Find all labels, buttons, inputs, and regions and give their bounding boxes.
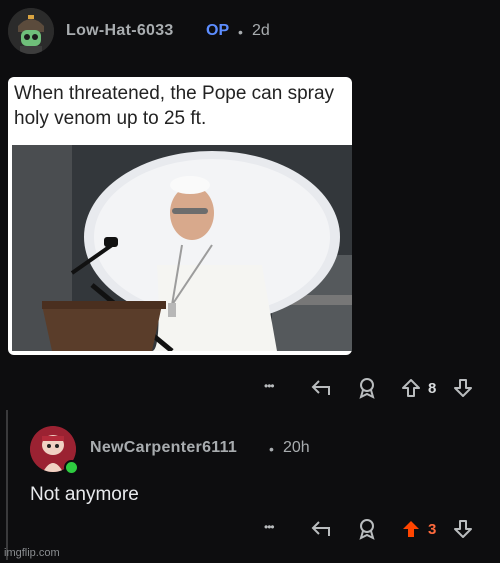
award-icon[interactable] — [356, 518, 378, 540]
op-avatar[interactable] — [8, 8, 54, 54]
imgflip-watermark: imgflip.com — [4, 547, 60, 559]
reply-body: Not anymore — [30, 484, 139, 505]
reply-icon[interactable] — [310, 518, 332, 540]
reply-username[interactable]: NewCarpenter6111 — [90, 439, 237, 457]
reply-score: 3 — [428, 521, 437, 538]
pope-photo — [12, 145, 352, 351]
reply-avatar[interactable] — [30, 426, 79, 475]
reply-icon[interactable] — [310, 377, 332, 399]
upvote-icon[interactable] — [400, 377, 422, 399]
separator-dot: • — [238, 24, 243, 40]
more-icon[interactable]: ••• — [264, 520, 275, 534]
op-badge: OP — [206, 22, 230, 39]
reply-action-bar: ••• 3 — [260, 518, 500, 548]
award-icon[interactable] — [356, 377, 378, 399]
reply-timestamp: 20h — [283, 439, 310, 456]
online-status-dot — [64, 460, 79, 475]
op-username[interactable]: Low-Hat-6033 — [66, 22, 174, 40]
meme-image[interactable]: When threatened, the Pope can spray holy… — [8, 77, 352, 355]
op-action-bar: ••• 8 — [260, 377, 500, 407]
op-timestamp: 2d — [252, 22, 270, 39]
meme-caption: When threatened, the Pope can spray holy… — [14, 83, 335, 129]
separator-dot: • — [269, 441, 274, 457]
downvote-icon[interactable] — [452, 518, 474, 540]
downvote-icon[interactable] — [452, 377, 474, 399]
more-icon[interactable]: ••• — [264, 379, 275, 393]
thread-line — [6, 410, 8, 560]
upvote-icon-active[interactable] — [400, 518, 422, 540]
op-score: 8 — [428, 380, 437, 397]
